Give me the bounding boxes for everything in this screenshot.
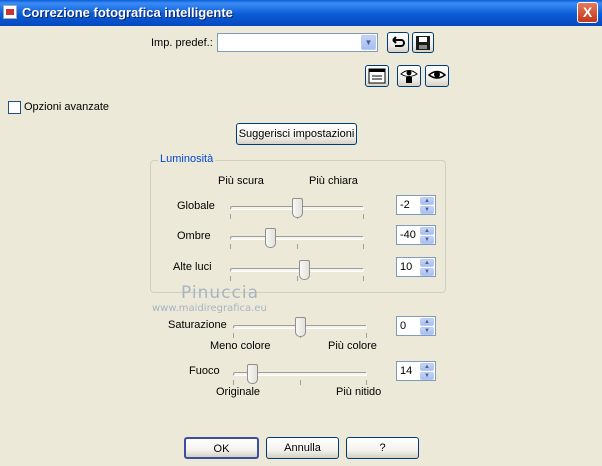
slider-tick <box>233 380 234 385</box>
spin-down-icon[interactable]: ▼ <box>420 372 434 380</box>
chevron-down-icon[interactable]: ▼ <box>361 35 376 50</box>
saturation-spinner[interactable]: 0 ▲ ▼ <box>396 316 436 336</box>
slider-tick <box>363 276 364 281</box>
highlights-label: Alte luci <box>173 261 212 273</box>
highlights-spinner[interactable]: 10 ▲ ▼ <box>396 257 436 277</box>
highlights-slider-ticks <box>230 276 364 281</box>
shadows-spinner[interactable]: -40 ▲ ▼ <box>396 225 436 245</box>
highlights-slider-track[interactable] <box>230 268 364 272</box>
global-label: Globale <box>177 200 215 212</box>
spin-up-icon[interactable]: ▲ <box>420 227 434 235</box>
spin-down-icon[interactable]: ▼ <box>420 268 434 276</box>
focus-spinner[interactable]: 14 ▲ ▼ <box>396 361 436 381</box>
shadows-slider-track[interactable] <box>230 236 364 240</box>
preview-toggle-button[interactable] <box>365 65 389 87</box>
preset-label: Imp. predef.: <box>151 37 213 49</box>
proof-button[interactable] <box>425 65 449 87</box>
shadows-slider-thumb[interactable] <box>265 228 277 248</box>
saturation-label: Saturazione <box>168 319 227 331</box>
eye-lock-icon <box>400 70 418 83</box>
saturation-slider-thumb[interactable] <box>295 317 306 337</box>
preset-dropdown[interactable]: ▼ <box>217 33 378 52</box>
spin-up-icon[interactable]: ▲ <box>420 259 434 267</box>
highlights-slider-thumb[interactable] <box>298 260 310 280</box>
slider-tick <box>300 380 301 385</box>
spin-up-icon[interactable]: ▲ <box>420 197 434 205</box>
app-icon <box>3 5 17 19</box>
window-title: Correzione fotografica intelligente <box>22 5 233 20</box>
lighter-caption: Più chiara <box>309 175 358 187</box>
global-spinner[interactable]: -2 ▲ ▼ <box>396 195 436 215</box>
spin-up-icon[interactable]: ▲ <box>420 363 434 371</box>
sharper-caption: Più nitido <box>336 386 382 398</box>
slider-tick <box>230 244 231 249</box>
slider-tick <box>297 244 298 249</box>
spin-up-icon[interactable]: ▲ <box>420 318 434 326</box>
watermark-url: www.maidiregrafica.eu <box>152 303 267 314</box>
spin-down-icon[interactable]: ▼ <box>420 236 434 244</box>
shadows-label: Ombre <box>177 230 211 242</box>
help-button[interactable]: ? <box>346 437 419 459</box>
saturation-value[interactable]: 0 <box>400 320 406 332</box>
focus-label: Fuoco <box>189 365 220 377</box>
slider-tick <box>363 214 364 219</box>
reset-preset-button[interactable] <box>387 32 409 53</box>
focus-value[interactable]: 14 <box>400 365 412 377</box>
slider-tick <box>297 276 298 281</box>
title-bar[interactable]: Correzione fotografica intelligente X <box>0 0 602 26</box>
dialog-window: Correzione fotografica intelligente X Im… <box>0 0 602 466</box>
brightness-group-label: Luminosità <box>158 153 216 165</box>
less-color-caption: Meno colore <box>210 340 271 352</box>
highlights-value[interactable]: 10 <box>400 261 412 273</box>
save-icon <box>416 36 430 50</box>
proof-lock-button[interactable] <box>397 65 421 87</box>
advanced-options-checkbox[interactable] <box>8 101 21 114</box>
spin-down-icon[interactable]: ▼ <box>420 327 434 335</box>
original-caption: Originale <box>216 386 261 398</box>
spin-down-icon[interactable]: ▼ <box>420 206 434 214</box>
watermark-name: Pinuccia <box>181 283 259 303</box>
shadows-value[interactable]: -40 <box>400 229 416 241</box>
ok-button[interactable]: OK <box>184 437 259 459</box>
close-button[interactable]: X <box>577 2 598 23</box>
darker-caption: Più scura <box>218 175 264 187</box>
slider-tick <box>366 380 367 385</box>
slider-tick <box>230 276 231 281</box>
global-slider-thumb[interactable] <box>292 198 303 218</box>
slider-tick <box>230 214 231 219</box>
eye-icon <box>428 70 446 79</box>
suggest-settings-button[interactable]: Suggerisci impostazioni <box>236 123 357 145</box>
save-preset-button[interactable] <box>412 32 434 53</box>
slider-tick <box>233 333 234 338</box>
global-value[interactable]: -2 <box>400 199 410 211</box>
window-icon <box>368 68 386 84</box>
cancel-button[interactable]: Annulla <box>266 437 339 459</box>
shadows-slider-ticks <box>230 244 364 249</box>
advanced-options-label[interactable]: Opzioni avanzate <box>24 101 109 113</box>
focus-slider-thumb[interactable] <box>246 364 258 384</box>
more-color-caption: Più colore <box>328 340 377 352</box>
slider-tick <box>363 244 364 249</box>
undo-icon <box>392 36 405 47</box>
slider-tick <box>366 333 367 338</box>
